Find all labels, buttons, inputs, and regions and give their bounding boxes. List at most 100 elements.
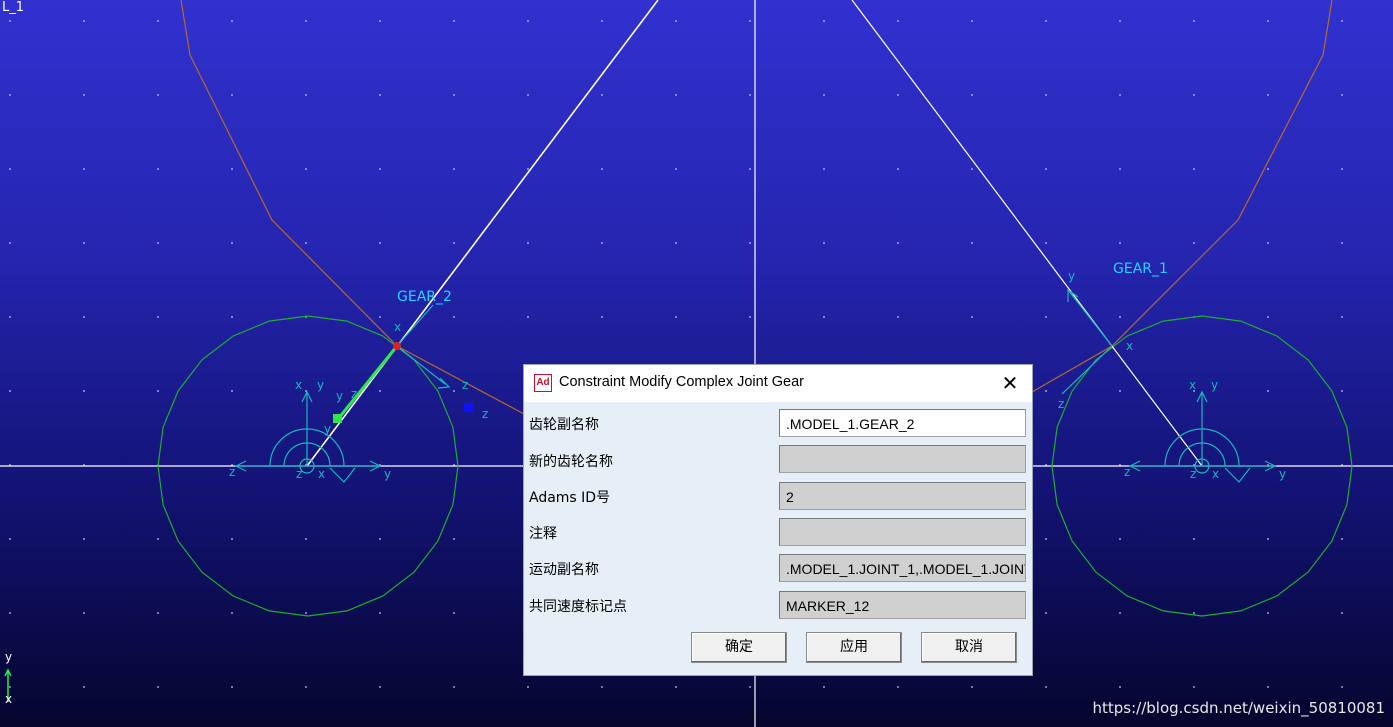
grid-dot [1341,242,1343,244]
svg-text:x: x [295,378,302,392]
grid-dot [971,94,973,96]
gear-name-input[interactable]: .MODEL_1.GEAR_2 [779,409,1026,437]
grid-dot [1119,686,1121,688]
grid-dot [1341,94,1343,96]
left-marker-square [333,414,342,423]
grid-dot [9,242,11,244]
grid-dot [1341,168,1343,170]
grid-dot [897,316,899,318]
grid-dot [749,686,751,688]
grid-dot [83,390,85,392]
joint-names-input[interactable]: .MODEL_1.JOINT_1,.MODEL_1.JOINT_2 [779,554,1026,582]
grid-dot [601,242,603,244]
grid-dot [1341,390,1343,392]
grid-dot [1267,686,1269,688]
grid-dot [231,686,233,688]
grid-dot [157,538,159,540]
apply-button[interactable]: 应用 [806,632,902,663]
grid-dot [305,612,307,614]
grid-dot [83,612,85,614]
svg-text:x: x [1189,378,1196,392]
grid-dot [1267,94,1269,96]
comment-input[interactable] [779,518,1026,546]
grid-dot [83,242,85,244]
grid-dot [231,538,233,540]
svg-text:z: z [462,378,468,392]
grid-dot [601,20,603,22]
common-velocity-marker-input[interactable]: MARKER_12 [779,591,1026,619]
cancel-button[interactable]: 取消 [921,632,1017,663]
gear-name-label: 齿轮副名称 [529,417,599,433]
view-label: L_1 [2,0,25,15]
grid-dot [157,316,159,318]
grid-dot [379,168,381,170]
grid-dot [823,316,825,318]
grid-dot [453,20,455,22]
svg-text:x: x [1126,339,1133,353]
svg-text:z: z [351,387,357,401]
gear-label-right[interactable]: GEAR_1 [1113,261,1168,277]
grid-dot [675,316,677,318]
grid-dot [749,242,751,244]
svg-text:z: z [1058,397,1064,411]
svg-text:y: y [384,467,391,481]
grid-dot [157,20,159,22]
grid-dot [823,686,825,688]
grid-dot [379,686,381,688]
grid-dot [1193,538,1195,540]
grid-dot [1341,316,1343,318]
grid-dot [157,94,159,96]
grid-dot [1045,538,1047,540]
grid-dot [1267,316,1269,318]
blue-marker-square [464,403,473,412]
gear-label-left[interactable]: GEAR_2 [397,289,452,305]
grid-dot [1193,94,1195,96]
grid-dot [527,242,529,244]
grid-dot [231,94,233,96]
grid-dot [601,168,603,170]
grid-dot [971,316,973,318]
grid-dot [453,242,455,244]
grid-dot [1341,686,1343,688]
grid-dot [1045,316,1047,318]
grid-dot [971,686,973,688]
grid-dot [305,168,307,170]
svg-text:y: y [317,378,324,392]
ok-button[interactable]: 确定 [691,632,787,663]
adams-id-input[interactable]: 2 [779,482,1026,510]
grid-dot [453,612,455,614]
grid-dot [1341,538,1343,540]
grid-dot [823,242,825,244]
svg-text:x: x [318,467,325,481]
svg-text:y: y [336,389,343,403]
svg-text:z: z [1124,465,1130,479]
grid-dot [1267,20,1269,22]
comment-label: 注释 [529,526,557,542]
grid-dot [1045,390,1047,392]
grid-dot [453,316,455,318]
grid-dot [1045,242,1047,244]
close-icon[interactable]: ✕ [988,365,1032,402]
svg-text:y: y [1279,467,1286,481]
grid-dot [897,20,899,22]
grid-dot [9,390,11,392]
grid-dot [379,20,381,22]
grid-dot [305,94,307,96]
grid-dot [749,168,751,170]
grid-dot [305,538,307,540]
grid-dot [9,168,11,170]
right-gear-markers [1061,288,1277,483]
grid-dot [1267,390,1269,392]
grid-dot [897,242,899,244]
grid-dot [897,168,899,170]
grid-dot [231,20,233,22]
grid-dot [157,168,159,170]
grid-dot [379,612,381,614]
new-gear-name-input[interactable] [779,445,1026,473]
grid-dot [675,168,677,170]
dialog-titlebar[interactable]: Ad Constraint Modify Complex Joint Gear … [524,365,1032,402]
grid-dot [453,686,455,688]
grid-dot [1193,612,1195,614]
grid-dot [1267,168,1269,170]
grid-dot [897,686,899,688]
